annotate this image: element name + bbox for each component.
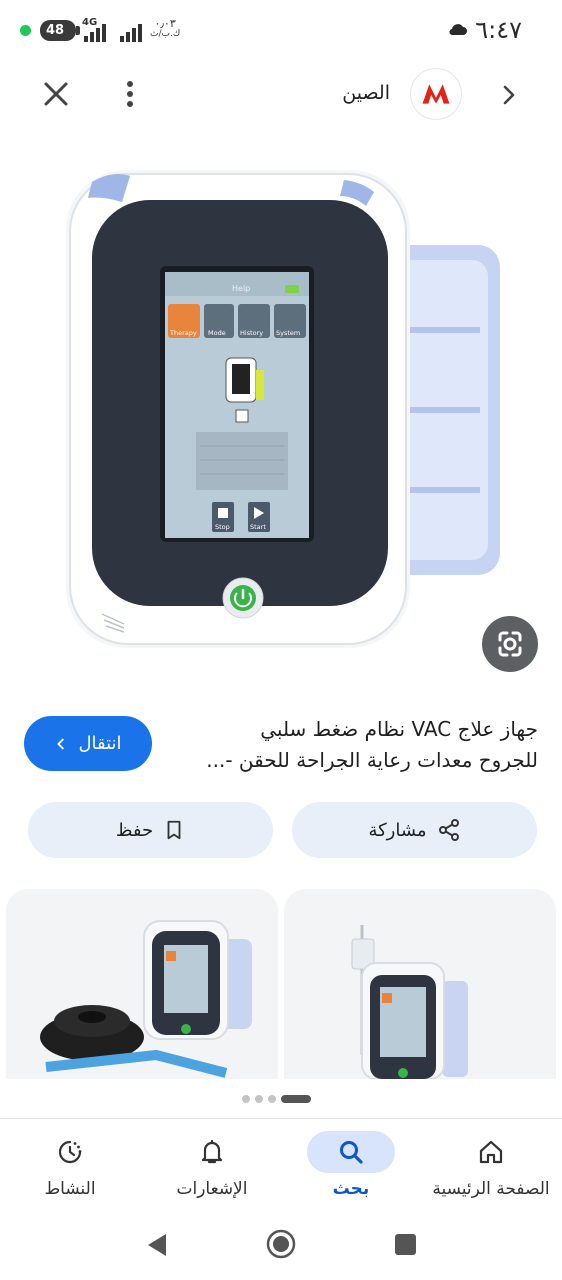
- system-navigation-bar: [0, 1212, 562, 1280]
- visit-button[interactable]: انتقال: [24, 716, 152, 771]
- device-tab-history: History: [240, 329, 263, 337]
- device-tab-system: System: [276, 329, 300, 337]
- signal-icon: [84, 22, 106, 42]
- chevron-left-icon: [57, 738, 65, 749]
- device-tab-mode: Mode: [208, 329, 226, 337]
- source-name[interactable]: الصين: [342, 82, 390, 104]
- nav-notifications-label: الإشعارات: [176, 1179, 248, 1199]
- nav-home[interactable]: الصفحة الرئيسية: [420, 1119, 562, 1211]
- bottom-navigation: الصفحة الرئيسية بحث الإشعارات النشاط: [0, 1119, 562, 1211]
- clock: ٦:٤٧: [475, 16, 522, 44]
- product-image[interactable]: Help Therapy Mode History System Stop St…: [0, 140, 562, 680]
- related-image: [351, 925, 468, 1079]
- save-button[interactable]: حفظ: [28, 802, 273, 858]
- cloud-icon: [449, 24, 467, 36]
- related-image-card[interactable]: [6, 889, 278, 1079]
- bookmark-icon: [167, 820, 181, 840]
- google-lens-icon: [498, 631, 522, 657]
- share-button[interactable]: مشاركة: [292, 802, 537, 858]
- device-start-label: Start: [250, 523, 266, 531]
- search-icon: [340, 1141, 363, 1164]
- product-title[interactable]: جهاز علاج VAC نظام ضغط سلبي للجروح معدات…: [198, 714, 538, 776]
- nav-activity-label: النشاط: [44, 1179, 96, 1199]
- chevron-right-icon[interactable]: [494, 80, 524, 110]
- related-image-card[interactable]: [284, 889, 556, 1079]
- save-label: حفظ: [115, 819, 154, 841]
- camera-indicator-dot: [20, 25, 31, 36]
- activity-icon: [58, 1140, 82, 1164]
- device-help-label: Help: [232, 284, 250, 293]
- carousel-indicator: [242, 1095, 311, 1103]
- nav-activity[interactable]: النشاط: [20, 1119, 120, 1211]
- device-stop-label: Stop: [215, 523, 230, 531]
- nav-notifications[interactable]: الإشعارات: [150, 1119, 274, 1211]
- recents-icon[interactable]: [395, 1234, 416, 1255]
- share-label: مشاركة: [368, 819, 427, 841]
- top-app-bar: الصين: [0, 62, 562, 128]
- home-icon: [479, 1140, 503, 1164]
- back-icon[interactable]: [146, 1232, 168, 1258]
- home-button-icon[interactable]: [266, 1229, 296, 1259]
- nav-search[interactable]: بحث: [286, 1119, 416, 1211]
- bell-icon: [201, 1139, 223, 1164]
- made-in-china-logo[interactable]: [410, 68, 462, 120]
- device-tab-therapy: Therapy: [169, 329, 197, 337]
- google-lens-button[interactable]: [482, 616, 538, 672]
- status-bar: 48 4G ٠٫٠٣ ك.ب/ث ٦:٤٧: [0, 0, 562, 62]
- nav-search-label: بحث: [332, 1179, 370, 1199]
- related-image: [40, 920, 252, 1078]
- close-icon[interactable]: [38, 76, 74, 112]
- share-icon: [438, 819, 459, 841]
- nav-home-label: الصفحة الرئيسية: [432, 1179, 550, 1199]
- visit-label: انتقال: [78, 733, 122, 754]
- battery-indicator: 48: [40, 20, 80, 41]
- signal-icon-2: [120, 22, 142, 42]
- data-speed: ٠٫٠٣ ك.ب/ث: [150, 17, 181, 39]
- more-vert-icon[interactable]: [118, 76, 142, 112]
